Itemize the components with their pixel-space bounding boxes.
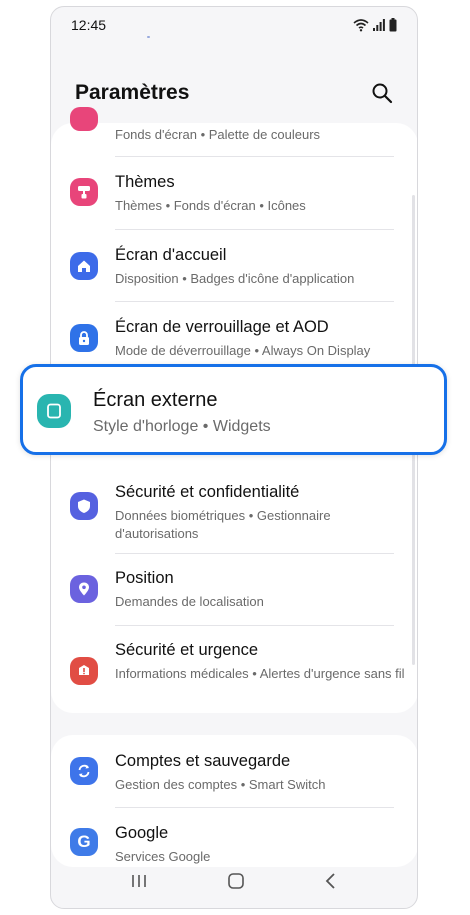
settings-item-subtitle: Fonds d'écran • Palette de couleurs: [115, 127, 321, 142]
settings-item-title: Écran de verrouillage et AOD: [115, 318, 329, 336]
home-icon: [70, 252, 98, 280]
settings-item-themes[interactable]: Thèmes Thèmes • Fonds d'écran • Icônes: [51, 157, 417, 229]
google-icon: G: [70, 828, 98, 856]
settings-item-subtitle: Disposition • Badges d'icône d'applicati…: [115, 271, 355, 286]
settings-item-subtitle: Gestion des comptes • Smart Switch: [115, 777, 326, 792]
chevron-left-icon: [325, 872, 335, 889]
settings-item-subtitle: Style d'horloge • Widgets: [93, 418, 271, 435]
settings-item-position[interactable]: Position Demandes de localisation: [51, 554, 417, 626]
status-bar: 12:45: [51, 7, 417, 43]
signal-icon: [373, 19, 385, 31]
recent-apps-button[interactable]: [130, 873, 148, 894]
settings-item-title: Comptes et sauvegarde: [115, 752, 291, 770]
settings-item-title: Écran externe: [93, 389, 218, 411]
settings-item-security-privacy[interactable]: Sécurité et confidentialité Données biom…: [51, 468, 417, 554]
shield-icon: [70, 492, 98, 520]
settings-item-title: Position: [115, 569, 174, 587]
settings-item-external-screen[interactable]: Écran externe Style d'horloge • Widgets: [20, 364, 447, 455]
sync-icon: [70, 757, 98, 785]
settings-item-home-screen[interactable]: Écran d'accueil Disposition • Badges d'i…: [51, 230, 417, 302]
settings-item-title: Google: [115, 824, 169, 842]
page-title: Paramètres: [75, 81, 190, 104]
status-time: 12:45: [71, 17, 107, 33]
settings-item-title: Sécurité et urgence: [115, 641, 259, 659]
back-button[interactable]: [324, 872, 338, 895]
settings-item-subtitle: Mode de déverrouillage • Always On Displ…: [115, 343, 371, 358]
settings-item-accounts-backup[interactable]: Comptes et sauvegarde Gestion des compte…: [51, 735, 417, 807]
header: Paramètres: [75, 73, 395, 113]
settings-card-accounts: Comptes et sauvegarde Gestion des compte…: [51, 735, 417, 867]
settings-item-subtitle: Données biométriques • Gestionnaire d'au…: [115, 508, 331, 541]
lock-icon: [70, 324, 98, 352]
brush-icon: [70, 178, 98, 206]
phone-frame: 12:45 Paramètres Fonds d'écran • Palette…: [50, 6, 418, 909]
wifi-icon: [353, 19, 369, 32]
settings-item-lock-screen[interactable]: Écran de verrouillage et AOD Mode de dév…: [51, 302, 417, 372]
status-indicator-dot: [147, 36, 150, 38]
settings-item-title: Sécurité et confidentialité: [115, 483, 300, 501]
settings-item-subtitle: Demandes de localisation: [115, 594, 264, 609]
navigation-bar: [51, 858, 417, 908]
settings-item-safety-emergency[interactable]: Sécurité et urgence Informations médical…: [51, 626, 417, 712]
recents-icon: [132, 874, 147, 887]
wallpaper-icon: [70, 107, 98, 131]
settings-item-wallpaper[interactable]: Fonds d'écran • Palette de couleurs: [51, 107, 417, 147]
battery-icon: [389, 18, 397, 32]
search-icon: [372, 83, 393, 104]
home-button[interactable]: [227, 872, 245, 895]
settings-item-subtitle: Thèmes • Fonds d'écran • Icônes: [115, 198, 306, 213]
settings-item-title: Thèmes: [115, 173, 175, 191]
home-nav-icon: [228, 872, 244, 889]
location-pin-icon: [70, 575, 98, 603]
search-button[interactable]: [369, 80, 395, 106]
external-screen-icon: [37, 394, 71, 428]
settings-item-title: Écran d'accueil: [115, 246, 227, 264]
settings-item-subtitle: Informations médicales • Alertes d'urgen…: [115, 666, 405, 681]
status-icons: [353, 18, 397, 32]
alert-icon: [70, 657, 98, 685]
